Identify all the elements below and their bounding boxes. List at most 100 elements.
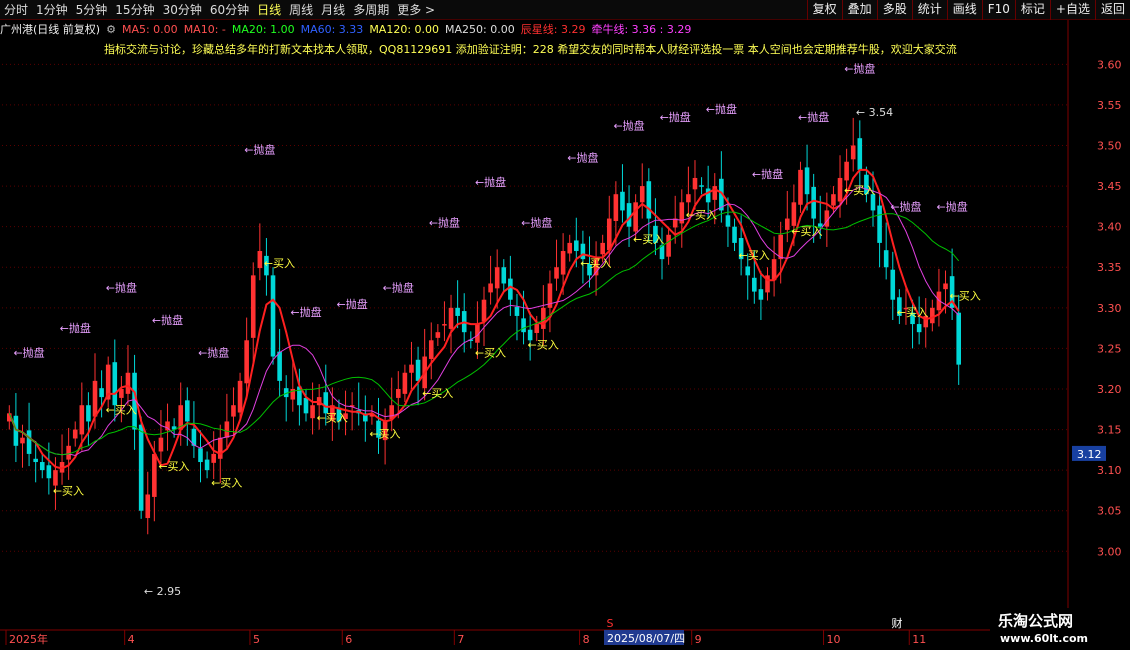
candle-body-78 (521, 318, 526, 333)
buy-signal-6: ←买入 (53, 484, 84, 497)
buy-signal-14: ←买入 (106, 403, 137, 416)
candle-body-67 (448, 307, 454, 329)
buy-signal-54: ←买入 (369, 428, 400, 441)
candle-body-60 (402, 372, 408, 394)
candle-body-35 (237, 380, 243, 413)
candle-body-92 (613, 194, 619, 221)
candle-body-45 (303, 397, 309, 414)
sell-signal-31: ←抛盘 (198, 346, 229, 360)
x-tick-label-8: 11 (912, 633, 926, 646)
watermark-name: 乐淘公式网 (998, 612, 1074, 630)
watermark-url: www.60lt.com (1000, 632, 1089, 645)
buy-signal-70: ←买入 (475, 347, 506, 360)
candle-body-105 (699, 185, 704, 187)
y-tick-label-5: 3.35 (1097, 261, 1122, 274)
x-tick-label-5: 8 (583, 633, 590, 646)
x-tick-label-0: 2025年 (9, 632, 48, 646)
candle-body-103 (686, 194, 691, 203)
candle-body-13 (92, 380, 98, 417)
sell-signal-115: ←抛盘 (752, 167, 783, 181)
buy-signal-86: ←买入 (580, 257, 611, 270)
buy-signal-46: ←买入 (317, 411, 348, 424)
candle-body-72 (481, 299, 487, 322)
candle-body-6 (46, 465, 52, 479)
y-tick-label-9: 3.15 (1097, 424, 1122, 437)
sell-signal-52: ←抛盘 (337, 297, 368, 311)
x-tick-label-1: 4 (128, 633, 135, 646)
candle-body-7 (53, 470, 58, 486)
y-tick-label-4: 3.40 (1097, 221, 1122, 234)
candle-body-114 (758, 289, 764, 300)
kline-chart[interactable]: 3.60 3.55 3.50 3.45 3.40 3.35 3.30 3.25 3.20 3.15… (0, 0, 1130, 650)
candle-body-18 (125, 372, 131, 394)
candle-body-2 (20, 437, 25, 444)
candle-body-4 (33, 458, 38, 463)
candle-body-11 (79, 405, 85, 435)
sell-signal-66: ←抛盘 (429, 216, 460, 230)
max-price-label: ← 3.54 (856, 106, 893, 119)
candle-body-5 (39, 462, 45, 471)
candle-body-91 (606, 218, 612, 251)
x-tick-label-6: 9 (695, 633, 702, 646)
buy-signal-126: ←买入 (844, 184, 875, 197)
candle-body-81 (541, 307, 546, 329)
candle-body-48 (323, 392, 329, 414)
candle-body-132 (877, 205, 882, 243)
candle-body-77 (514, 307, 520, 316)
buy-signal-134: ←买入 (897, 306, 928, 319)
candle-body-104 (692, 177, 698, 190)
sell-signal-38: ←抛盘 (244, 143, 275, 157)
candle-body-94 (626, 203, 632, 227)
y-tick-label-7: 3.25 (1097, 342, 1122, 355)
watermark-logo: 乐淘公式网 www.60lt.com (990, 608, 1130, 650)
candle-body-113 (752, 277, 757, 292)
candle-body-62 (415, 359, 421, 381)
candle-body-14 (99, 388, 104, 398)
buy-signal-22: ←买入 (158, 460, 189, 473)
buy-signal-102: ←买入 (686, 209, 717, 222)
candle-body-117 (778, 234, 783, 260)
sell-signal-59: ←抛盘 (383, 281, 414, 295)
candle-body-29 (198, 448, 203, 463)
candle-body-109 (725, 215, 731, 227)
buy-signal-118: ←买入 (791, 225, 822, 238)
buy-signal-62: ←买入 (422, 387, 453, 400)
candle-body-118 (784, 218, 790, 230)
candle-body-46 (310, 405, 315, 419)
candle-body-142 (943, 283, 948, 290)
candle-body-33 (224, 421, 230, 438)
candle-body-128 (850, 145, 856, 160)
candle-body-122 (811, 186, 816, 219)
candle-body-96 (639, 186, 645, 203)
candle-body-9 (66, 445, 71, 460)
candle-body-95 (633, 202, 638, 232)
candle-body-73 (488, 283, 493, 293)
candle-body-83 (554, 267, 559, 279)
sell-signal-73: ←抛盘 (475, 175, 506, 189)
candle-body-85 (567, 242, 573, 254)
candle-body-74 (494, 267, 500, 289)
candle-body-36 (244, 340, 249, 384)
sell-signal-17: ←抛盘 (106, 281, 137, 295)
candle-body-106 (705, 188, 711, 203)
candle-body-30 (204, 459, 210, 471)
candle-body-61 (409, 364, 414, 373)
cursor-date-label: 2025/08/07/四 (607, 632, 685, 645)
candle-body-93 (620, 191, 625, 211)
sell-signal-108: ←抛盘 (706, 102, 737, 116)
candle-body-40 (270, 275, 276, 357)
x-tick-label-3: 6 (345, 633, 352, 646)
candle-body-34 (231, 405, 236, 417)
sell-signal-87: ←抛盘 (567, 151, 598, 165)
buy-signal-142: ←买入 (950, 290, 981, 303)
candle-body-59 (395, 388, 401, 398)
min-price-label: ← 2.95 (144, 585, 181, 598)
candle-body-97 (646, 181, 652, 219)
sell-signal-24: ←抛盘 (152, 313, 183, 327)
x-tick-label-4: 7 (457, 633, 464, 646)
candle-body-138 (916, 324, 922, 333)
candle-body-134 (890, 269, 896, 300)
candle-body-16 (112, 362, 118, 406)
candle-body-3 (26, 430, 32, 454)
buy-signal-78: ←买入 (528, 338, 559, 351)
